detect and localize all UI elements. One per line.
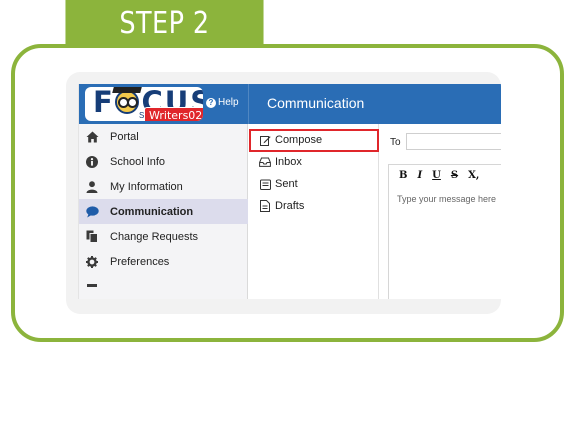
edit-icon: [259, 134, 271, 146]
sidebar-item-change-requests[interactable]: Change Requests: [79, 224, 248, 249]
sidebar-item-communication[interactable]: Communication: [79, 199, 248, 224]
message-editor[interactable]: B I U S X, Type your message here: [388, 164, 501, 299]
sidebar-item-label: Preferences: [110, 255, 170, 268]
strikethrough-button[interactable]: S: [451, 170, 458, 181]
owl-mascot-icon: [115, 90, 139, 114]
sidebar-item-portal[interactable]: Portal: [79, 124, 248, 149]
to-recipient-input[interactable]: [406, 133, 501, 150]
communication-submenu: Compose Inbox Sent Drafts: [249, 124, 379, 299]
screenshot-panel: FOCUS S Writers02 ? Help Communication P…: [66, 72, 501, 314]
submenu-item-sent[interactable]: Sent: [249, 173, 379, 195]
submenu-item-label: Drafts: [275, 200, 305, 212]
draft-document-icon: [259, 200, 271, 212]
bold-button[interactable]: B: [399, 170, 407, 181]
header-divider: [248, 84, 249, 124]
sidebar-item-label: School Info: [110, 155, 166, 168]
submenu-item-label: Compose: [275, 134, 323, 146]
home-icon: [85, 130, 99, 144]
sidebar-item-partial[interactable]: [79, 274, 248, 299]
sidebar-item-label: Communication: [110, 205, 194, 218]
submenu-item-drafts[interactable]: Drafts: [249, 195, 379, 217]
sidebar-item-label: Portal: [110, 130, 139, 143]
sidebar: Portal School Info My Information Commun…: [79, 124, 248, 299]
underline-button[interactable]: U: [432, 170, 441, 181]
documents-icon: [85, 230, 99, 244]
chat-bubble-icon: [85, 205, 99, 219]
submenu-item-compose[interactable]: Compose: [249, 129, 379, 151]
focus-logo[interactable]: FOCUS S Writers02: [85, 87, 203, 121]
inbox-icon: [259, 156, 271, 168]
focus-app-window: FOCUS S Writers02 ? Help Communication P…: [78, 84, 501, 299]
user-badge: Writers02: [144, 107, 203, 121]
italic-button[interactable]: I: [417, 170, 422, 181]
compose-pane: To B I U S X, Type your message here: [380, 124, 501, 299]
sidebar-item-preferences[interactable]: Preferences: [79, 249, 248, 274]
top-bar: FOCUS S Writers02 ? Help Communication: [79, 84, 501, 124]
submenu-item-label: Inbox: [275, 156, 302, 168]
graduation-cap-icon: [112, 87, 142, 93]
sent-tray-icon: [259, 178, 271, 190]
sidebar-item-school-info[interactable]: School Info: [79, 149, 248, 174]
sidebar-item-label: Change Requests: [110, 230, 199, 243]
gear-icon: [85, 255, 99, 269]
partial-menu-icon: [85, 280, 99, 294]
submenu-item-inbox[interactable]: Inbox: [249, 151, 379, 173]
editor-toolbar: B I U S X,: [389, 165, 501, 185]
help-button[interactable]: ? Help: [206, 97, 239, 108]
question-icon: ?: [206, 97, 216, 108]
clear-format-button[interactable]: X,: [468, 170, 479, 181]
page-title: Communication: [267, 95, 365, 111]
submenu-item-label: Sent: [275, 178, 298, 190]
info-icon: [85, 155, 99, 169]
step-label: STEP 2: [65, 0, 264, 46]
user-icon: [85, 180, 99, 194]
message-placeholder: Type your message here: [397, 194, 497, 204]
sidebar-item-my-information[interactable]: My Information: [79, 174, 248, 199]
sidebar-item-label: My Information: [110, 180, 183, 193]
to-label: To: [390, 137, 401, 148]
help-label: Help: [218, 97, 239, 108]
